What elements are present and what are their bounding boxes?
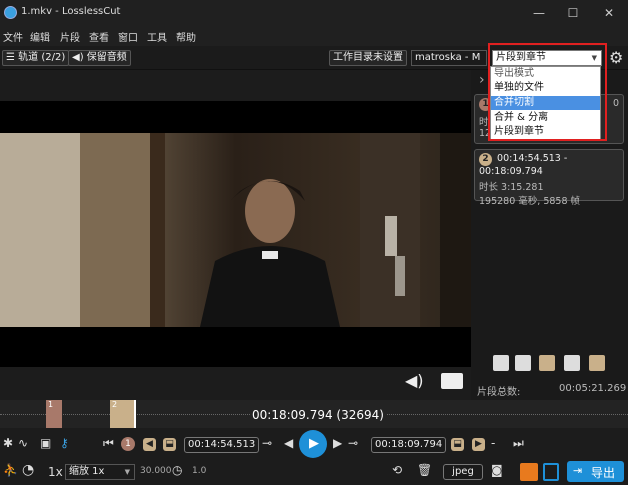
segment-total-value: 00:05:21.269 [559,383,627,394]
segment-total-label: 片段总数: [477,387,521,398]
segment-number: 2 [479,153,492,166]
bottom-bar: ⛹ ◔ 1x 缩放 1x ▼ 30.000 ◷ 1.0 ⟲ 🗑 jpeg ◙ ⇥… [0,460,628,485]
video-frame [0,101,471,367]
close-button[interactable]: ✕ [600,4,618,22]
keep-audio-label: 保留音频 [86,52,127,63]
jump-end-icon[interactable]: ⏭ [513,436,524,451]
menu-edit[interactable]: 编辑 [30,29,50,44]
export-button[interactable]: ⇥ 导出 [567,461,624,482]
menu-view[interactable]: 查看 [89,29,109,44]
image-icon[interactable]: ▣ [40,436,51,450]
volume-icon[interactable]: ◀) [405,371,424,390]
segment-item-2[interactable]: 2 00:14:54.513 - 00:18:09.794 时长 3:15.28… [474,149,624,207]
segment-details: 195280 毫秒, 5858 帧 [479,196,581,207]
zoom-select[interactable]: 缩放 1x ▼ [65,464,135,480]
menu-help[interactable]: 帮助 [176,29,196,44]
prev-segment-icon[interactable]: ◀ [143,438,156,451]
chevron-right-icon[interactable]: › [479,72,485,88]
maximize-button[interactable]: ☐ [564,4,582,22]
menu-window[interactable]: 窗口 [118,29,138,44]
list-icon: ☰ [6,52,15,63]
menu-tools[interactable]: 工具 [147,29,167,44]
zoom-value: 缩放 1x [69,466,105,477]
format-value: matroska - M [415,52,481,63]
highlight-outline [488,43,607,141]
export-icon: ⇥ [573,464,583,477]
menu-segment[interactable]: 片段 [60,29,80,44]
format-select[interactable]: matroska - M [411,50,487,66]
segment-duration: 时长 3:15.281 [479,182,544,193]
export-shortcut-icon[interactable] [520,463,538,481]
timeline-segment-1[interactable]: 1 [46,400,62,428]
timeline[interactable]: 1 2 00:18:09.794 (32694) [0,400,628,428]
chevron-down-icon: ▼ [124,468,130,476]
current-time: 00:18:09.794 (32694) [250,408,386,422]
tracks-button[interactable]: ☰ 轨道 (2/2) [2,50,70,66]
minimize-button[interactable]: — [530,4,548,22]
title-bar: 1.mkv - LosslessCut — ☐ ✕ [0,0,628,26]
play-button[interactable]: ▶ [299,430,327,458]
settings-cog-icon[interactable]: ✱ [3,436,13,450]
end-time-field[interactable]: 00:18:09.794 [371,437,447,453]
rotate-icon[interactable]: ⟲ [392,463,402,477]
jump-start-icon[interactable]: ⏮ [103,436,114,451]
menu-file[interactable]: 文件 [3,29,23,44]
calendar-icon[interactable] [543,463,559,481]
tag-icon[interactable] [564,355,580,371]
playhead[interactable] [134,400,136,428]
segment-range: 0 [612,98,619,109]
waveform-icon[interactable]: ∿ [18,436,28,450]
gear-icon[interactable]: ⚙ [609,49,623,67]
next-segment-icon[interactable]: ▶ [472,438,485,451]
speaker-icon: ◀) [72,52,84,63]
tracks-label: 轨道 (2/2) [18,52,66,63]
keep-audio-button[interactable]: ◀) 保留音频 [68,50,131,66]
sort-segments-icon[interactable] [539,355,555,371]
step-forward-icon[interactable]: ▶ [333,436,342,450]
segment-marker-label: 1 [48,400,54,409]
camera-icon[interactable]: ◙ [491,463,503,477]
timeline-segment-2[interactable]: 2 [110,400,135,428]
person-icon[interactable]: ⛹ [3,463,18,477]
window-title: 1.mkv - LosslessCut [21,6,121,17]
workdir-button[interactable]: 工作目录未设置 [329,50,407,66]
trash-icon[interactable]: 🗑 [417,463,432,477]
split-icon[interactable] [589,355,605,371]
key-start-icon[interactable]: ⊸ [262,436,272,450]
segment-marker-label: 2 [112,400,118,409]
app-icon [4,6,17,19]
key-end-icon[interactable]: ⊸ [348,436,358,450]
fps-value: 30.000 [140,466,172,476]
zoom-value-text: 1.0 [192,466,207,476]
minus-icon[interactable]: - [491,436,495,450]
set-start-icon[interactable]: ⬓ [163,438,176,451]
segment-range: 00:14:54.513 - 00:18:09.794 [479,153,568,177]
step-back-icon[interactable]: ◀ [284,436,293,450]
segment-indicator[interactable]: 1 [121,437,135,451]
playback-controls: ✱ ∿ ▣ ⚷ ⏮ 1 ◀ ⬓ 00:14:54.513 ⊸ ◀ ▶ ▶ ⊸ 0… [0,428,628,460]
play-icon: ▶ [309,436,319,451]
speed-icon[interactable]: ◔ [22,462,34,478]
subtitles-icon[interactable] [441,373,463,389]
start-time-field[interactable]: 00:14:54.513 [184,437,260,453]
set-end-icon[interactable]: ⬓ [451,438,464,451]
export-label: 导出 [591,466,616,480]
speed-label: 1x [48,465,63,479]
capture-format-select[interactable]: jpeg [443,464,483,480]
remove-segment-icon[interactable] [515,355,531,371]
key-icon[interactable]: ⚷ [60,436,69,450]
timer-icon[interactable]: ◷ [172,463,182,477]
add-segment-icon[interactable] [493,355,509,371]
